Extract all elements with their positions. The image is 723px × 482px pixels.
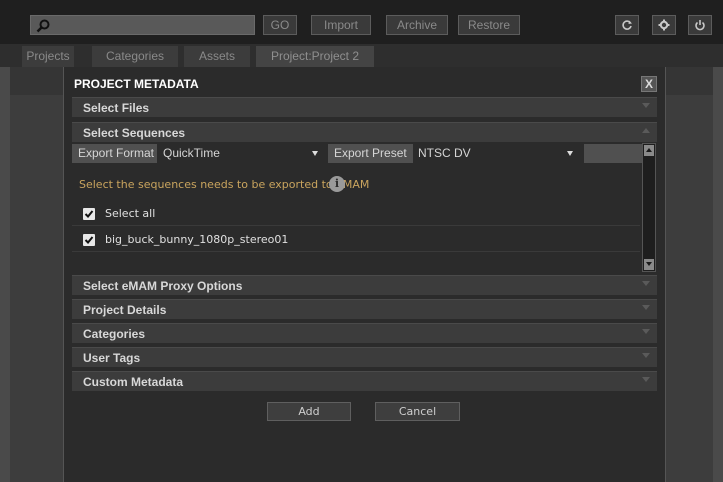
section-custom-metadata[interactable]: Custom Metadata — [72, 371, 657, 391]
sequences-panel: Select the sequences needs to be exporte… — [72, 164, 657, 272]
section-proxy-options[interactable]: Select eMAM Proxy Options — [72, 275, 657, 295]
export-format-label: Export Format — [72, 144, 157, 163]
export-options-row: Export Format QuickTime Export Preset NT… — [72, 143, 657, 164]
scroll-down-button[interactable] — [644, 259, 654, 270]
power-icon[interactable] — [688, 15, 712, 35]
export-preset-select[interactable]: NTSC DV — [414, 144, 579, 163]
scroll-up-button[interactable] — [644, 145, 654, 156]
chevron-down-icon — [642, 377, 650, 382]
section-label: Select Files — [83, 101, 150, 115]
select-all-checkbox[interactable] — [83, 208, 95, 220]
section-label: User Tags — [83, 351, 141, 365]
chevron-down-icon — [642, 103, 650, 108]
project-metadata-dialog: PROJECT METADATA X Select Files Select S… — [63, 67, 666, 482]
section-label: Select Sequences — [83, 126, 186, 140]
info-icon[interactable]: i — [329, 176, 345, 192]
section-select-files[interactable]: Select Files — [72, 97, 657, 117]
go-button[interactable]: GO — [263, 15, 297, 35]
add-button[interactable]: Add — [267, 402, 351, 421]
export-row-filler — [584, 144, 650, 163]
search-input[interactable] — [30, 15, 255, 35]
chevron-up-icon — [642, 128, 650, 133]
top-toolbar: GO Import Archive Restore — [0, 0, 723, 44]
export-preset-value: NTSC DV — [418, 146, 471, 160]
dropdown-arrow-icon — [567, 151, 573, 156]
restore-button[interactable]: Restore — [458, 15, 520, 35]
sequences-scrollbar[interactable] — [642, 143, 656, 272]
section-label: Custom Metadata — [83, 375, 184, 389]
search-icon — [35, 18, 51, 34]
export-preset-label: Export Preset — [328, 144, 413, 163]
select-all-row[interactable]: Select all — [72, 202, 640, 226]
dialog-title: PROJECT METADATA — [74, 77, 199, 91]
tab-categories[interactable]: Categories — [92, 46, 178, 67]
chevron-down-icon — [642, 329, 650, 334]
chevron-down-icon — [642, 281, 650, 286]
sequence-row[interactable]: big_buck_bunny_1080p_stereo01 — [72, 228, 640, 252]
chevron-down-icon — [642, 305, 650, 310]
export-format-select[interactable]: QuickTime — [159, 144, 324, 163]
sequence-label: big_buck_bunny_1080p_stereo01 — [105, 233, 289, 246]
chevron-down-icon — [642, 353, 650, 358]
archive-button[interactable]: Archive — [386, 15, 448, 35]
export-format-value: QuickTime — [163, 146, 220, 160]
select-all-label: Select all — [105, 207, 156, 220]
close-icon[interactable]: X — [641, 76, 657, 92]
import-button[interactable]: Import — [311, 15, 371, 35]
section-select-sequences[interactable]: Select Sequences — [72, 122, 657, 142]
section-categories[interactable]: Categories — [72, 323, 657, 343]
cancel-button[interactable]: Cancel — [375, 402, 460, 421]
section-user-tags[interactable]: User Tags — [72, 347, 657, 367]
section-label: Project Details — [83, 303, 167, 317]
gear-icon[interactable] — [652, 15, 676, 35]
dropdown-arrow-icon — [312, 151, 318, 156]
refresh-icon[interactable] — [615, 15, 639, 35]
section-project-details[interactable]: Project Details — [72, 299, 657, 319]
tab-assets[interactable]: Assets — [184, 46, 250, 67]
tab-project-2[interactable]: Project:Project 2 — [256, 46, 374, 67]
section-label: Categories — [83, 327, 146, 341]
tab-projects[interactable]: Projects — [22, 46, 74, 67]
section-label: Select eMAM Proxy Options — [83, 279, 243, 293]
sequence-checkbox[interactable] — [83, 234, 95, 246]
sequences-hint: Select the sequences needs to be exporte… — [79, 178, 370, 191]
